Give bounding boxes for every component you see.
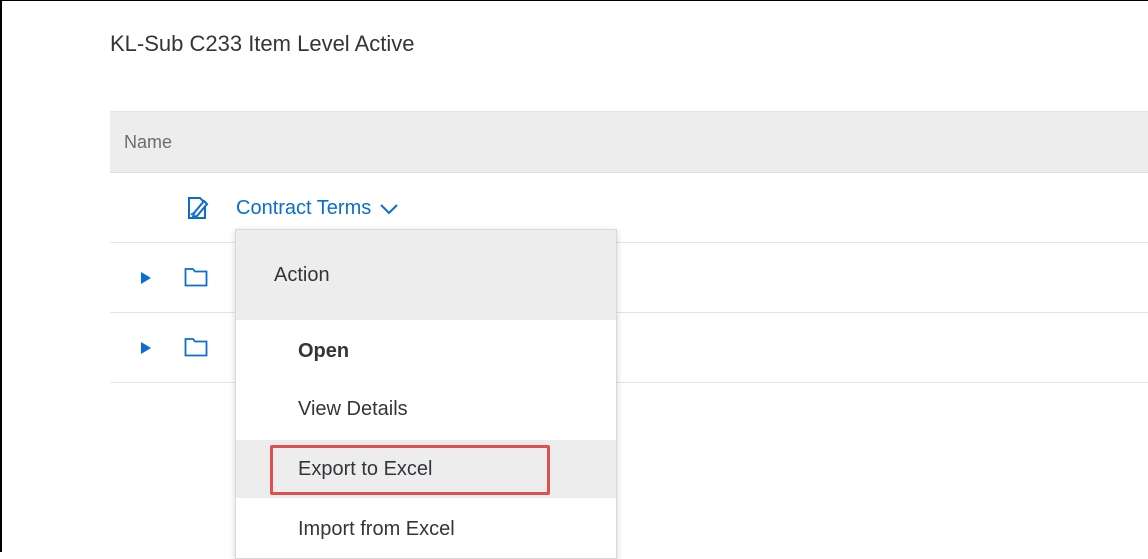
menu-item-export-to-excel[interactable]: Export to Excel: [236, 440, 616, 498]
action-menu-title: Action: [274, 264, 330, 286]
table-header: Name: [110, 111, 1148, 173]
menu-item-label: Export to Excel: [298, 458, 433, 480]
action-menu: Action Open View Details Export to Excel…: [235, 229, 617, 559]
menu-item-label: Open: [298, 340, 350, 362]
expand-arrow-icon[interactable]: [140, 341, 152, 355]
app-frame: KL-Sub C233 Item Level Active Name Contr…: [0, 0, 1148, 559]
folder-icon: [184, 338, 208, 357]
page-title: KL-Sub C233 Item Level Active: [110, 31, 415, 56]
menu-item-label: Import from Excel: [298, 518, 455, 540]
folder-icon: [184, 268, 208, 287]
column-header-name[interactable]: Name: [124, 132, 172, 153]
menu-item-import-from-excel[interactable]: Import from Excel: [236, 500, 616, 558]
menu-item-label: View Details: [298, 398, 408, 420]
contract-terms-icon: [186, 195, 210, 221]
expand-arrow-icon[interactable]: [140, 271, 152, 285]
contract-terms-label: Contract Terms: [236, 197, 372, 219]
chevron-down-icon[interactable]: [379, 202, 399, 216]
contract-terms-link[interactable]: Contract Terms: [236, 197, 399, 220]
menu-item-open[interactable]: Open: [236, 322, 616, 380]
action-menu-header: Action: [236, 230, 616, 320]
menu-item-view-details[interactable]: View Details: [236, 380, 616, 438]
